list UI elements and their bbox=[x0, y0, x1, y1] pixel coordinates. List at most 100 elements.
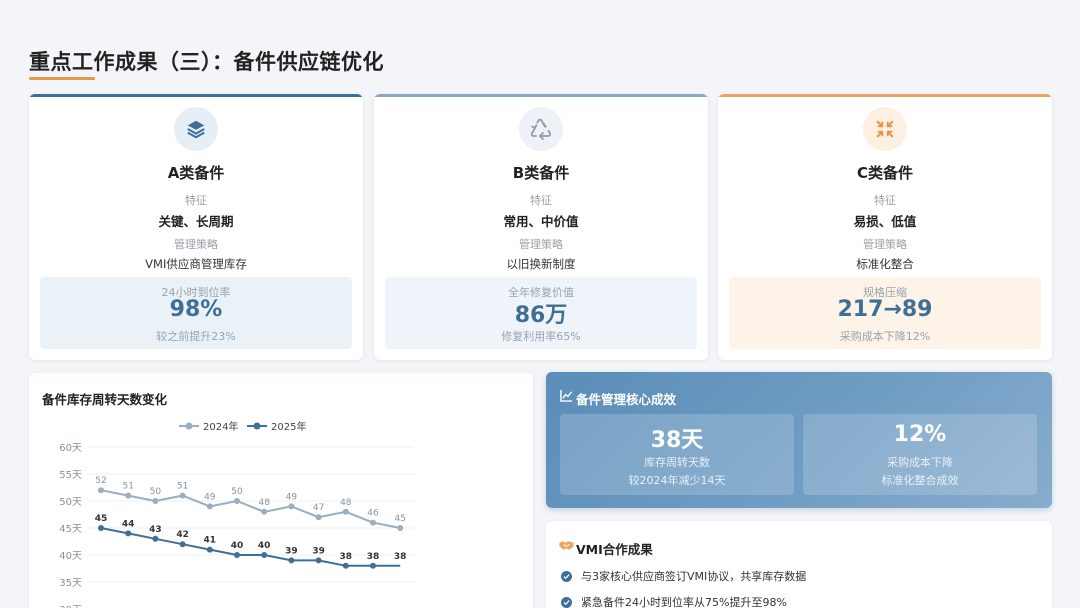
feature-value: 关键、长周期 bbox=[158, 214, 234, 229]
metric-value: 217→89 bbox=[837, 297, 933, 322]
feature-label: 特征 bbox=[874, 194, 896, 207]
title-underline bbox=[29, 77, 95, 80]
data-point bbox=[370, 519, 376, 526]
chart-panel: 备件库存周转天数变化 60天55天50天45天40天35天30天2024年202… bbox=[29, 373, 533, 608]
data-label: 47 bbox=[313, 503, 324, 513]
feature-label: 特征 bbox=[530, 194, 552, 207]
core-label: 采购成本下降 bbox=[887, 456, 953, 469]
card-title: B类备件 bbox=[512, 164, 570, 182]
feature-label: 特征 bbox=[185, 194, 207, 207]
vmi-panel: VMI合作成果 与3家核心供应商签订VMI协议，共享库存数据 紧急备件24小时到… bbox=[546, 521, 1052, 608]
metric-box: 全年修复价值 86万 修复利用率65% bbox=[385, 277, 697, 349]
metric-value: 86万 bbox=[514, 303, 568, 328]
card-b: B类备件 特征 常用、中价值 管理策略 以旧换新制度 全年修复价值 86万 修复… bbox=[374, 94, 708, 360]
series-line bbox=[100, 489, 401, 529]
vmi-item: 与3家核心供应商签订VMI协议，共享库存数据 bbox=[561, 568, 806, 584]
vmi-item: 紧急备件24小时到位率从75%提升至98% bbox=[561, 594, 787, 608]
strategy-value: 以旧换新制度 bbox=[506, 257, 576, 271]
data-point bbox=[315, 514, 322, 521]
feature-value: 易损、低值 bbox=[853, 214, 917, 229]
core-box: 12% 采购成本下降 标准化整合成效 bbox=[803, 414, 1037, 495]
data-point bbox=[206, 546, 213, 553]
data-label: 49 bbox=[286, 492, 298, 502]
data-point bbox=[125, 492, 132, 499]
metric-sub: 修复利用率65% bbox=[501, 330, 581, 343]
metric-box: 24小时到位率 98% 较之前提升23% bbox=[40, 277, 352, 349]
check-icon bbox=[561, 596, 572, 608]
data-label: 44 bbox=[122, 519, 135, 529]
data-point bbox=[370, 562, 376, 569]
vmi-item-text: 与3家核心供应商签订VMI协议，共享库存数据 bbox=[581, 570, 807, 583]
data-label: 38 bbox=[367, 552, 380, 562]
data-label: 42 bbox=[176, 530, 189, 540]
data-point bbox=[261, 508, 268, 515]
data-label: 40 bbox=[258, 541, 271, 551]
data-point bbox=[98, 525, 104, 531]
strategy-label: 管理策略 bbox=[863, 238, 907, 251]
strategy-label: 管理策略 bbox=[519, 238, 563, 251]
y-tick-label: 35天 bbox=[59, 578, 82, 589]
metric-value: 98% bbox=[169, 297, 223, 322]
data-label: 51 bbox=[177, 482, 188, 492]
data-point bbox=[234, 498, 240, 504]
data-point bbox=[152, 498, 159, 504]
data-point bbox=[288, 557, 295, 564]
core-sub: 较2024年减少14天 bbox=[628, 474, 726, 487]
data-point bbox=[125, 530, 132, 537]
data-point bbox=[206, 503, 213, 510]
card-topbar bbox=[374, 94, 708, 97]
strategy-label: 管理策略 bbox=[174, 238, 218, 251]
y-tick-label: 55天 bbox=[59, 470, 82, 481]
data-label: 49 bbox=[204, 492, 216, 502]
y-tick-label: 40天 bbox=[59, 551, 82, 562]
series-line bbox=[100, 527, 401, 567]
card-a: A类备件 特征 关键、长周期 管理策略 VMI供应商管理库存 24小时到位率 9… bbox=[29, 94, 363, 360]
strategy-value: 标准化整合 bbox=[856, 257, 914, 271]
recycle-icon bbox=[519, 107, 563, 151]
core-sub: 标准化整合成效 bbox=[881, 474, 959, 487]
strategy-value: VMI供应商管理库存 bbox=[145, 257, 247, 271]
data-label: 41 bbox=[204, 536, 217, 546]
data-label: 40 bbox=[231, 541, 244, 551]
legend-label: 2025年 bbox=[271, 420, 306, 433]
line-chart: 60天55天50天45天40天35天30天2024年2025年525150514… bbox=[59, 420, 414, 608]
data-label: 48 bbox=[258, 498, 270, 508]
handshake-icon bbox=[559, 541, 574, 550]
data-label: 39 bbox=[285, 546, 298, 556]
data-point bbox=[234, 552, 240, 558]
data-label: 45 bbox=[95, 514, 108, 524]
y-tick-label: 45天 bbox=[59, 524, 82, 535]
chart-line-icon bbox=[560, 389, 573, 402]
data-point bbox=[98, 487, 104, 494]
data-point bbox=[179, 541, 186, 548]
legend-label: 2024年 bbox=[203, 420, 238, 433]
card-title: C类备件 bbox=[856, 164, 913, 182]
data-label: 50 bbox=[150, 487, 162, 497]
core-title: 备件管理核心成效 bbox=[576, 392, 677, 407]
data-label: 43 bbox=[149, 525, 162, 535]
core-value: 12% bbox=[893, 422, 947, 447]
data-point bbox=[342, 508, 349, 515]
card-topbar bbox=[718, 94, 1052, 97]
feature-value: 常用、中价值 bbox=[503, 214, 579, 229]
legend-marker bbox=[185, 422, 193, 430]
metric-sub: 较之前提升23% bbox=[156, 330, 236, 343]
card-title: A类备件 bbox=[167, 164, 225, 182]
data-label: 39 bbox=[312, 546, 325, 556]
metric-box: 规格压缩 217→89 采购成本下降12% bbox=[729, 277, 1041, 349]
data-label: 52 bbox=[95, 476, 106, 486]
core-label: 库存周转天数 bbox=[644, 456, 710, 469]
data-label: 48 bbox=[340, 498, 352, 508]
check-icon bbox=[561, 570, 572, 582]
core-box: 38天 库存周转天数 较2024年减少14天 bbox=[560, 414, 794, 495]
data-point bbox=[152, 535, 159, 542]
data-label: 50 bbox=[231, 487, 243, 497]
card-c: C类备件 特征 易损、低值 管理策略 标准化整合 规格压缩 217→89 采购成… bbox=[718, 94, 1052, 360]
legend-marker bbox=[253, 422, 261, 430]
data-point bbox=[342, 562, 349, 569]
vmi-item-text: 紧急备件24小时到位率从75%提升至98% bbox=[581, 596, 787, 608]
data-label: 51 bbox=[122, 482, 133, 492]
data-point bbox=[315, 557, 322, 564]
data-label: 38 bbox=[394, 552, 407, 562]
core-value: 38天 bbox=[650, 428, 704, 453]
